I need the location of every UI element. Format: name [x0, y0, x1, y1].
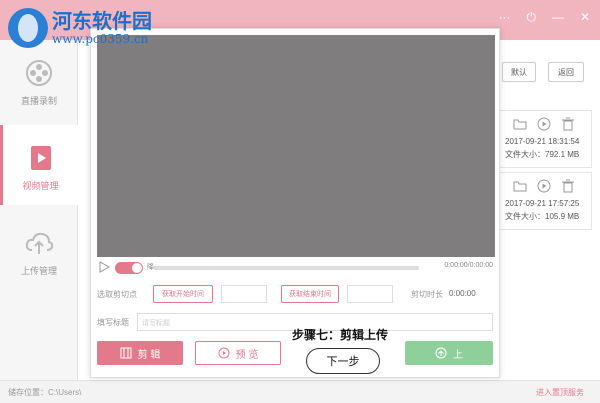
menu-dots-icon[interactable]: ···	[498, 10, 510, 25]
start-time-field[interactable]	[221, 285, 267, 303]
folder-icon[interactable]	[513, 179, 527, 193]
default-button[interactable]: 默认	[502, 62, 536, 82]
cut-point-row: 选取剪切点 获取开始时间 获取结束时间 剪切时长 0:00:00	[97, 285, 495, 305]
sidebar-item-label: 上传管理	[20, 266, 57, 276]
toggle-knob	[132, 263, 142, 273]
film-reel-icon	[26, 60, 52, 86]
cut-duration-value: 0:00:00	[449, 289, 476, 298]
trash-icon[interactable]	[561, 179, 575, 193]
upload-button-label: 上	[453, 349, 463, 361]
file-date: 2017-09-21 18:31:54	[505, 137, 580, 146]
folder-icon[interactable]	[513, 117, 527, 131]
next-step-button[interactable]: 下一步	[306, 348, 380, 374]
video-file-icon	[30, 146, 51, 170]
status-bar: 储存位置：C:\Users\ 进入置顶服务	[0, 380, 600, 403]
storage-path: 储存位置：C:\Users\	[8, 388, 82, 397]
timeline-slider[interactable]	[153, 266, 419, 270]
end-time-field[interactable]	[347, 285, 393, 303]
title-label: 填写标题	[97, 318, 129, 327]
play-icon[interactable]	[99, 261, 111, 273]
action-row: 剪 辑 预 览 上	[97, 341, 495, 367]
preview-button-label: 预 览	[235, 349, 259, 361]
get-end-time-button[interactable]: 获取结束时间	[281, 285, 339, 303]
minimize-icon[interactable]: —	[552, 10, 564, 25]
cloud-upload-icon	[25, 232, 54, 254]
play-circle-icon[interactable]	[537, 179, 551, 193]
cut-duration-label: 剪切时长	[411, 290, 443, 299]
play-circle-icon	[218, 347, 230, 359]
file-date: 2017-09-21 17:57:25	[505, 199, 580, 208]
preview-button[interactable]: 预 览	[195, 341, 281, 365]
sidebar-item-video-manage[interactable]: 视频管理	[0, 125, 78, 205]
film-icon	[120, 347, 132, 359]
close-icon[interactable]: ✕	[580, 10, 590, 25]
cut-button[interactable]: 剪 辑	[97, 341, 183, 365]
watermark-url: www.pc0359.cn	[52, 32, 149, 46]
playback-controls: 降 0:00:00/0:00:00	[97, 261, 495, 275]
window-controls: ··· ⏻ — ✕	[498, 10, 590, 25]
power-icon[interactable]: ⏻	[526, 10, 536, 25]
file-card: 2017-09-21 18:31:54 文件大小：792.1 MB	[498, 110, 592, 168]
upload-icon	[435, 347, 447, 359]
sidebar-item-label: 视频管理	[22, 181, 59, 191]
sidebar-item-upload-manage[interactable]: 上传管理	[0, 210, 78, 290]
play-circle-icon[interactable]	[537, 117, 551, 131]
watermark-logo-icon	[8, 8, 48, 48]
sidebar-item-label: 直播录制	[20, 96, 57, 106]
pin-service-link[interactable]: 进入置顶服务	[536, 387, 584, 398]
back-button[interactable]: 返回	[548, 62, 584, 82]
watermark: 河东软件园 www.pc0359.cn	[8, 8, 152, 48]
upload-button[interactable]: 上	[405, 341, 493, 365]
get-start-time-button[interactable]: 获取开始时间	[153, 285, 213, 303]
file-card: 2017-09-21 17:57:25 文件大小：105.9 MB	[498, 172, 592, 230]
trash-icon[interactable]	[561, 117, 575, 131]
timecode: 0:00:00/0:00:00	[444, 262, 493, 269]
watermark-title: 河东软件园	[52, 9, 152, 33]
sidebar-item-live-record[interactable]: 直播录制	[0, 40, 78, 120]
audio-toggle[interactable]	[115, 262, 143, 274]
tutorial-step-caption: 步骤七：剪辑上传	[292, 328, 389, 342]
cut-point-label: 选取剪切点	[97, 290, 137, 299]
file-size: 文件大小：105.9 MB	[505, 212, 580, 221]
file-size: 文件大小：792.1 MB	[505, 150, 580, 159]
sidebar: 直播录制 视频管理 上传管理	[0, 40, 78, 380]
cut-button-label: 剪 辑	[137, 349, 161, 361]
video-preview[interactable]	[97, 35, 495, 257]
